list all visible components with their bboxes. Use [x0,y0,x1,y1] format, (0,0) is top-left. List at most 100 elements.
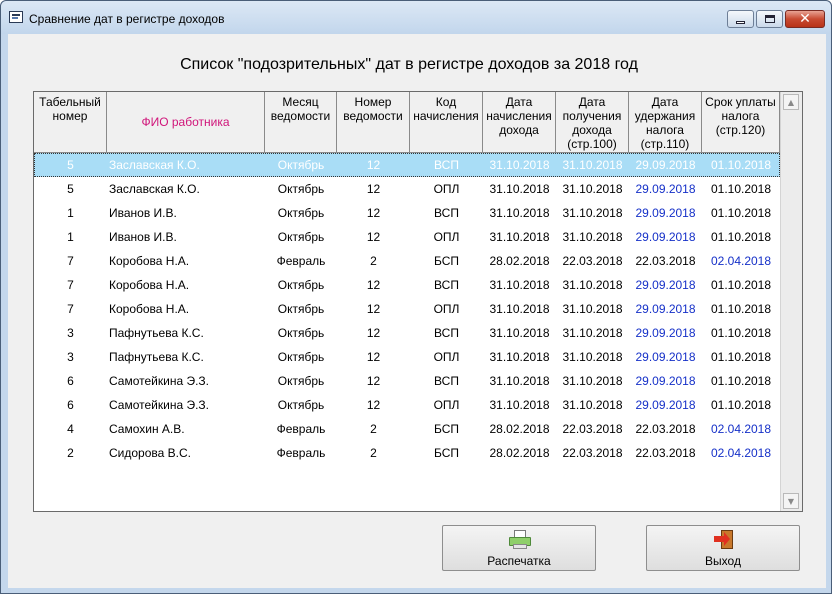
cell-d3: 29.09.2018 [635,302,696,316]
cell-d2: 31.10.2018 [562,230,623,244]
cell-tab: 2 [67,446,74,460]
cell-d4: 01.10.2018 [710,230,772,244]
cell-code: БСП [433,446,460,460]
minimize-button[interactable] [727,10,754,28]
column-header-fio[interactable]: ФИО работника [107,92,265,153]
table-row[interactable]: 7 Коробова Н.А. Октябрь 12 ВСП 31.10.2018 31.1… [34,273,780,297]
column-header-d2[interactable]: Дата получения дохода (стр.100) [556,92,629,153]
close-button[interactable]: ✕ [785,10,825,28]
cell-d2: 31.10.2018 [562,374,623,388]
table-row[interactable]: 7 Коробова Н.А. Октябрь 12 ОПЛ 31.10.2018 31.1… [34,297,780,321]
grid-rows: 5 Заславская К.О. Октябрь 12 ВСП 31.10.2018 31… [34,153,780,465]
cell-d4: 01.10.2018 [710,278,772,292]
cell-d2: 31.10.2018 [562,182,623,196]
cell-fio: Самохин А.В. [109,422,185,436]
cell-num: 12 [366,278,381,292]
exit-button-label: Выход [705,554,741,568]
cell-d1: 31.10.2018 [489,350,550,364]
vertical-scrollbar[interactable]: ▲ ▼ [780,92,802,511]
cell-d1: 31.10.2018 [489,326,550,340]
print-button[interactable]: Распечатка [442,525,596,571]
cell-d4: 02.04.2018 [710,446,772,460]
cell-code: ВСП [434,374,459,388]
cell-d1: 28.02.2018 [489,446,550,460]
column-header-tab[interactable]: Табельный номер [34,92,107,153]
table-row[interactable]: 3 Пафнутьева К.С. Октябрь 12 ВСП 31.10.2018 31… [34,321,780,345]
cell-d2: 31.10.2018 [562,398,623,412]
cell-d3: 22.03.2018 [635,422,696,436]
minimize-icon [736,20,745,24]
cell-month: Октябрь [277,182,325,196]
data-grid[interactable]: Табельный номер ФИО работника Месяц ведомо… [33,91,803,512]
cell-code: ОПЛ [433,302,460,316]
table-row[interactable]: 2 Сидорова В.С. Февраль 2 БСП 28.02.2018 22.03… [34,441,780,465]
column-header-d3[interactable]: Дата удержания налога (стр.110) [629,92,702,153]
client-area: Список "подозрительных" дат в регистре д… [8,34,826,588]
cell-tab: 5 [67,182,74,196]
column-header-d1[interactable]: Дата начисления дохода [483,92,556,153]
table-row[interactable]: 7 Коробова Н.А. Февраль 2 БСП 28.02.2018 22.03… [34,249,780,273]
table-row[interactable]: 6 Самотейкина Э.З. Октябрь 12 ОПЛ 31.10.2018 3… [34,393,780,417]
cell-d1: 31.10.2018 [489,278,550,292]
cell-num: 12 [366,326,381,340]
cell-num: 12 [366,302,381,316]
app-icon[interactable] [9,11,23,23]
cell-num: 12 [366,398,381,412]
title-bar[interactable]: Сравнение дат в регистре доходов ✕ [1,1,831,34]
cell-tab: 1 [67,206,74,220]
cell-d2: 31.10.2018 [562,206,623,220]
cell-fio: Самотейкина Э.З. [109,374,210,388]
scroll-down-icon[interactable]: ▼ [783,493,799,509]
table-row[interactable]: 3 Пафнутьева К.С. Октябрь 12 ОПЛ 31.10.2018 31… [34,345,780,369]
cell-d3: 29.09.2018 [635,158,696,172]
table-row[interactable]: 6 Самотейкина Э.З. Октябрь 12 ВСП 31.10.2018 3… [34,369,780,393]
table-row[interactable]: 1 Иванов И.В. Октябрь 12 ВСП 31.10.2018 31.10.… [34,201,780,225]
table-row[interactable]: 5 Заславская К.О. Октябрь 12 ВСП 31.10.2018 31… [34,153,780,177]
column-header-month[interactable]: Месяц ведомости [265,92,337,153]
scroll-up-icon[interactable]: ▲ [783,94,799,110]
exit-button[interactable]: Выход [646,525,800,571]
cell-d3: 29.09.2018 [635,278,696,292]
cell-num: 2 [370,254,377,268]
cell-d4: 01.10.2018 [710,350,772,364]
cell-tab: 7 [67,278,74,292]
cell-d4: 02.04.2018 [710,254,772,268]
cell-code: ОПЛ [433,182,460,196]
cell-fio: Иванов И.В. [109,230,177,244]
cell-num: 2 [370,446,377,460]
cell-d1: 31.10.2018 [489,302,550,316]
report-title: Список "подозрительных" дат в регистре д… [180,56,638,73]
cell-tab: 6 [67,374,74,388]
cell-d2: 31.10.2018 [562,350,623,364]
cell-d2: 31.10.2018 [562,302,623,316]
cell-d1: 31.10.2018 [489,158,550,172]
cell-d1: 28.02.2018 [489,422,550,436]
cell-d2: 22.03.2018 [562,446,623,460]
cell-fio: Заславская К.О. [109,182,200,196]
window-title: Сравнение дат в регистре доходов [29,12,225,26]
column-header-d4[interactable]: Срок уплаты налога (стр.120) [702,92,780,153]
cell-d1: 31.10.2018 [489,206,550,220]
table-row[interactable]: 5 Заславская К.О. Октябрь 12 ОПЛ 31.10.2018 31… [34,177,780,201]
cell-tab: 6 [67,398,74,412]
cell-month: Октябрь [277,278,325,292]
table-row[interactable]: 4 Самохин А.В. Февраль 2 БСП 28.02.2018 22.03.… [34,417,780,441]
cell-code: ВСП [434,326,459,340]
cell-d1: 31.10.2018 [489,398,550,412]
cell-d4: 01.10.2018 [710,158,772,172]
grid-header: Табельный номер ФИО работника Месяц ведомо… [34,92,780,153]
table-row[interactable]: 1 Иванов И.В. Октябрь 12 ОПЛ 31.10.2018 31.10.… [34,225,780,249]
cell-code: БСП [433,254,460,268]
main-window: Сравнение дат в регистре доходов ✕ Списо… [0,0,832,594]
cell-tab: 7 [67,254,74,268]
cell-fio: Коробова Н.А. [109,278,190,292]
column-header-num[interactable]: Номер ведомости [337,92,410,153]
cell-d3: 22.03.2018 [635,254,696,268]
cell-d3: 29.09.2018 [635,326,696,340]
maximize-icon [764,15,775,23]
cell-d2: 31.10.2018 [562,326,623,340]
cell-d4: 01.10.2018 [710,398,772,412]
cell-num: 12 [366,158,381,172]
column-header-code[interactable]: Код начисления [410,92,483,153]
maximize-button[interactable] [756,10,783,28]
